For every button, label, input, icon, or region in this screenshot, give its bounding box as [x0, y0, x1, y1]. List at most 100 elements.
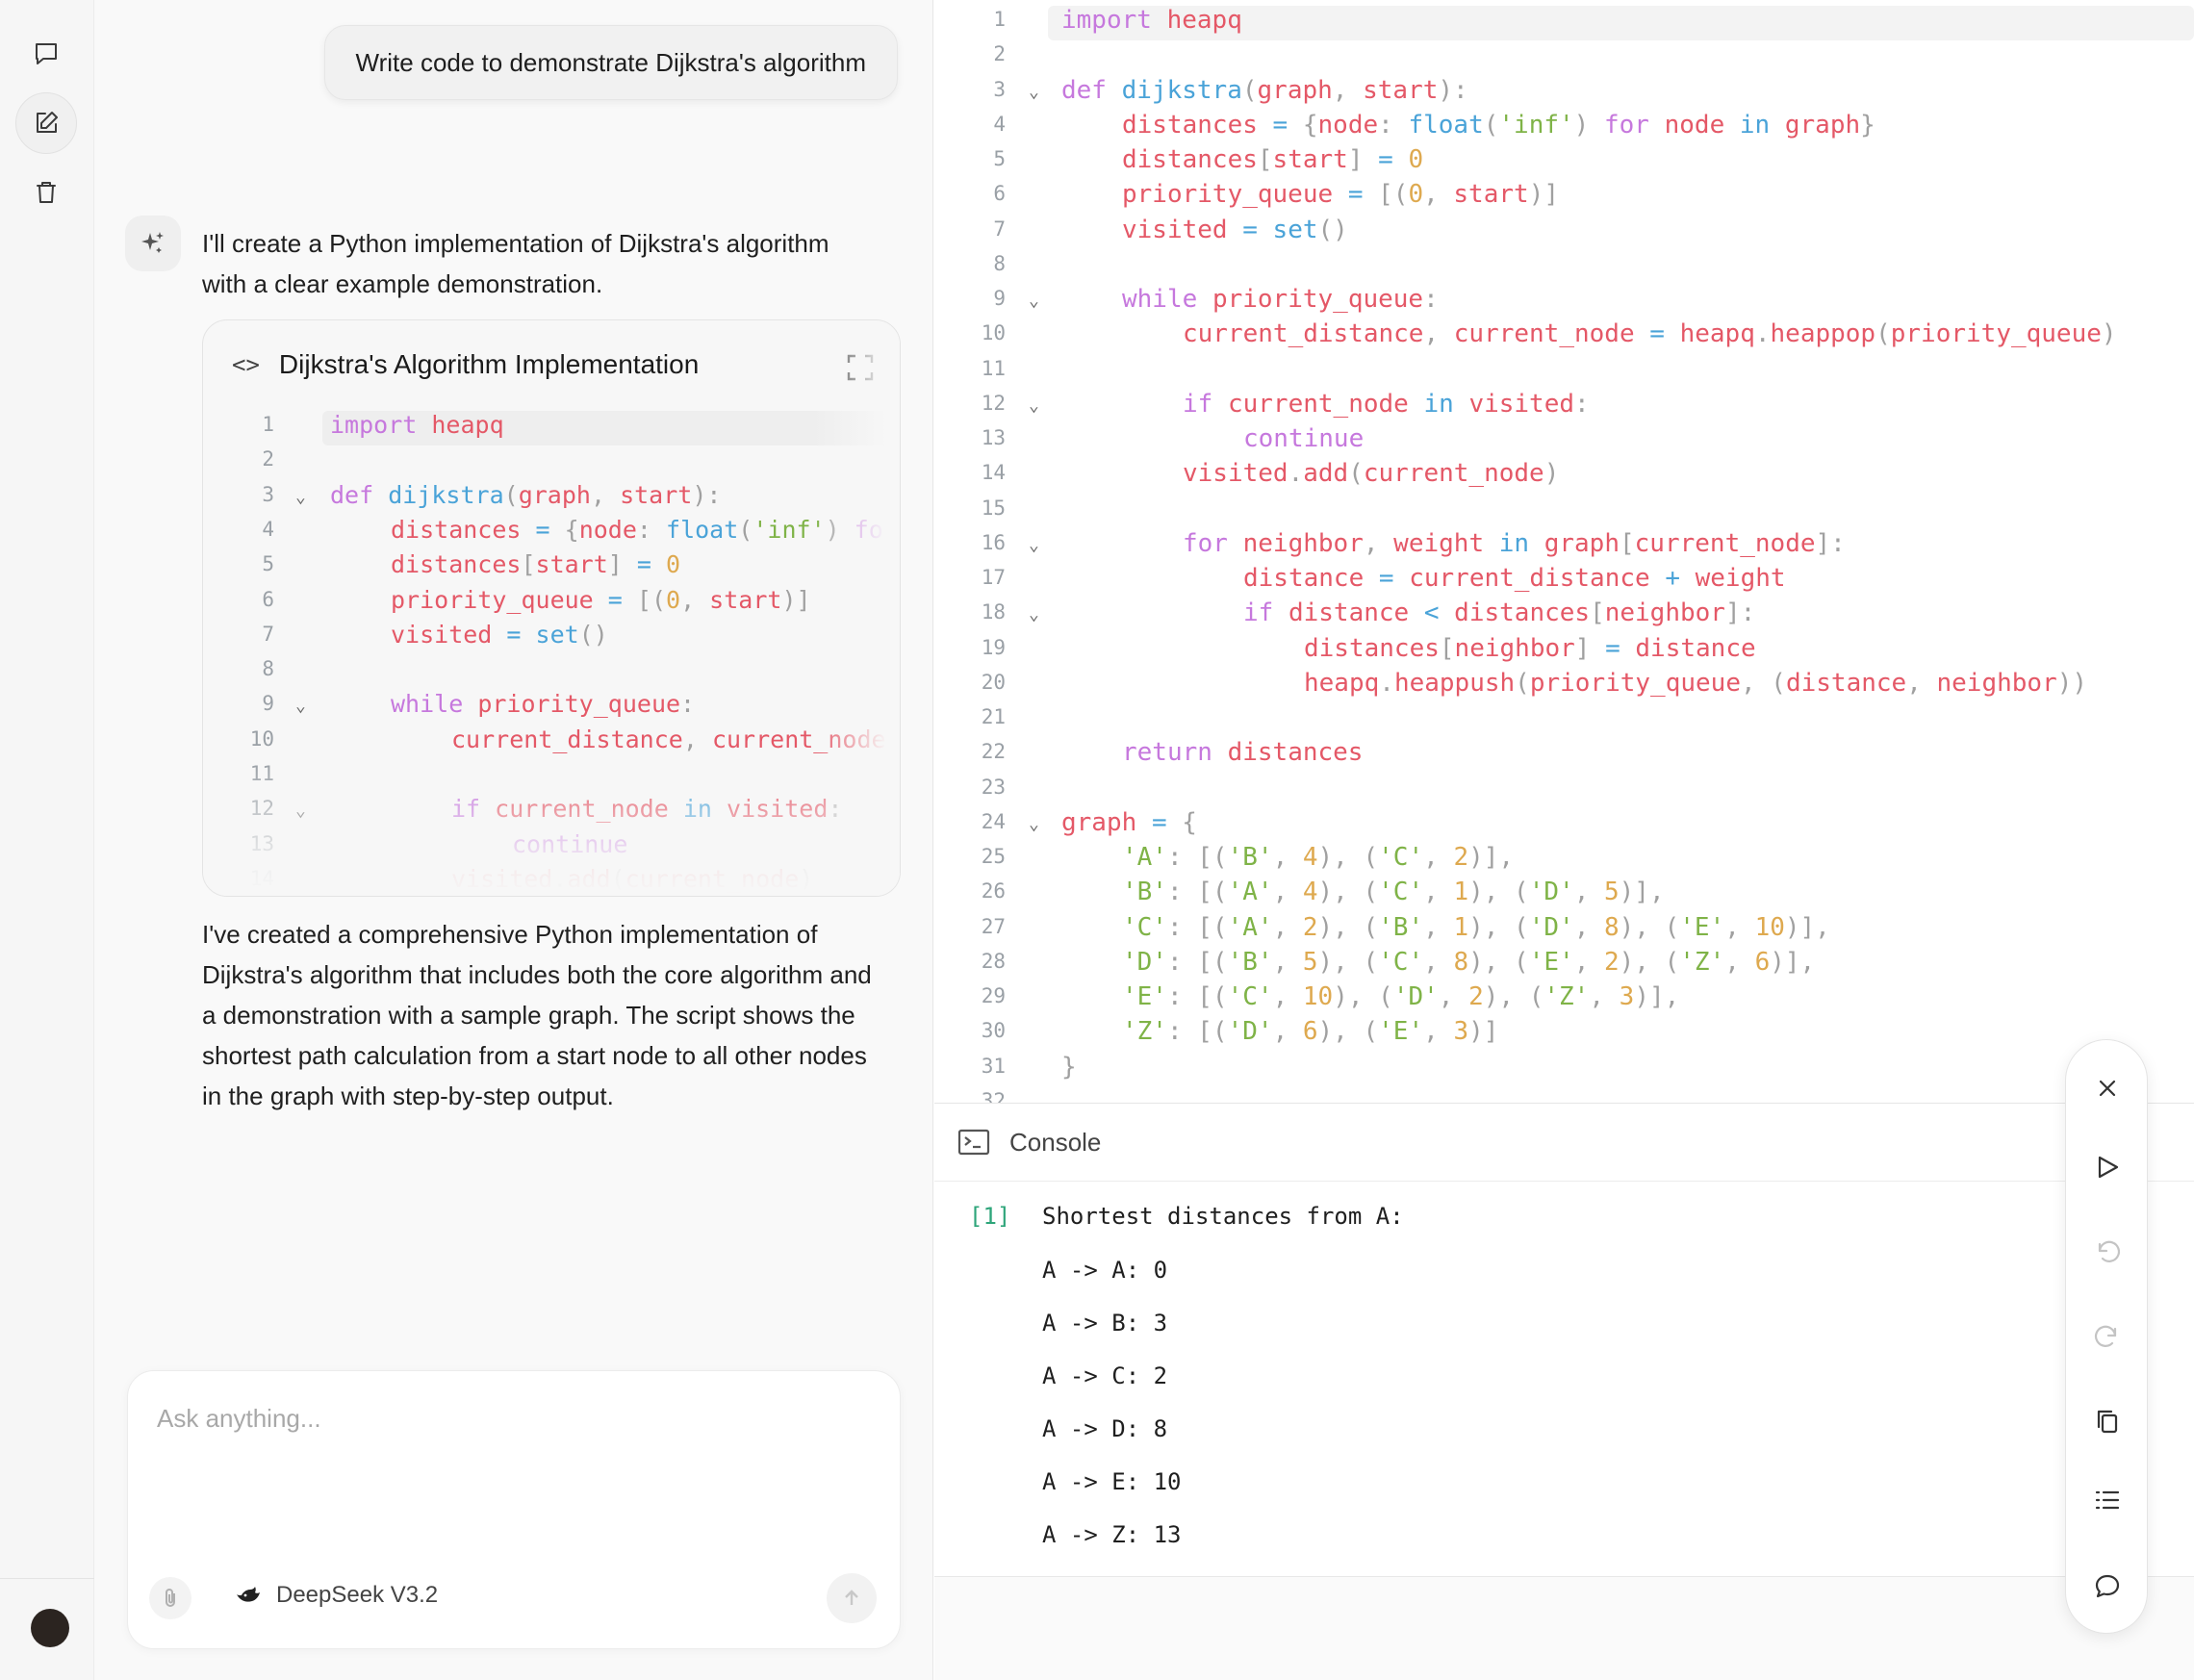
chat-panel: Write code to demonstrate Dijkstra's alg…	[94, 0, 933, 1680]
line-number: 25	[981, 845, 1006, 868]
fold-chevron-icon[interactable]: ⌄	[1029, 82, 1039, 102]
chat-history-button[interactable]	[15, 23, 77, 85]
code-text: distance = current_distance + weight	[1243, 564, 1786, 593]
line-number: 2	[262, 447, 274, 471]
new-chat-icon	[37, 112, 58, 133]
console-label: Console	[1009, 1127, 1102, 1157]
list-icon	[2095, 1490, 2120, 1510]
code-line: 15	[934, 495, 2194, 529]
line-number: 22	[981, 740, 1006, 764]
fold-chevron-icon[interactable]: ⌄	[1029, 291, 1039, 311]
line-number: 19	[981, 635, 1006, 659]
line-number: 8	[262, 657, 274, 681]
code-line: 12 ⌄ if current_node in visited:	[934, 390, 2194, 424]
run-button[interactable]	[2086, 1146, 2129, 1188]
code-line: 32	[934, 1087, 2194, 1103]
copy-button[interactable]	[2086, 1400, 2129, 1442]
fold-chevron-icon[interactable]: ⌄	[1029, 395, 1039, 416]
new-chat-button[interactable]	[15, 92, 77, 154]
undo-button[interactable]	[2086, 1231, 2129, 1273]
fold-chevron-icon[interactable]: ⌄	[295, 696, 306, 716]
line-number: 9	[993, 287, 1006, 310]
line-number: 28	[981, 949, 1006, 973]
delete-chat-button[interactable]	[15, 162, 77, 223]
code-line: 25 'A': [('B', 4), ('C', 2)],	[934, 843, 2194, 878]
sparkle-icon	[141, 232, 164, 253]
terminal-icon	[957, 1129, 990, 1156]
code-line: 5 distances[start] = 0	[934, 145, 2194, 180]
undo-icon	[2098, 1240, 2121, 1262]
code-text: distances[neighbor] = distance	[1304, 633, 1756, 663]
fold-chevron-icon[interactable]: ⌄	[1029, 814, 1039, 834]
line-number: 18	[981, 600, 1006, 624]
outline-button[interactable]	[2086, 1479, 2129, 1521]
line-number: 9	[262, 692, 274, 716]
chat-input[interactable]: Ask anything...	[157, 1404, 321, 1434]
code-line: 1 import heapq	[934, 6, 2194, 40]
console-footer	[934, 1576, 2194, 1680]
code-editor[interactable]: 1 import heapq 2 3 ⌄ def dijkstra(graph, star…	[934, 0, 2194, 1103]
code-text: visited.add(current_node)	[1183, 459, 1560, 489]
code-line: 26 'B': [('A', 4), ('C', 1), ('D', 5)],	[934, 878, 2194, 912]
code-line: 3 ⌄ def dijkstra(graph, start):	[203, 481, 900, 516]
code-line: 13 continue	[934, 424, 2194, 459]
line-number: 24	[981, 809, 1006, 833]
line-number: 12	[249, 797, 274, 821]
console-header[interactable]: Console	[934, 1103, 2194, 1182]
line-number: 31	[981, 1054, 1006, 1078]
close-icon	[2099, 1080, 2116, 1097]
code-line: 22 return distances	[934, 738, 2194, 773]
code-text: 'C': [('A', 2), ('B', 1), ('D', 8), ('E'…	[1122, 912, 1830, 942]
rail-divider	[0, 1578, 94, 1579]
comment-button[interactable]	[2086, 1565, 2129, 1608]
code-line: 14 visited.add(current_node)	[203, 865, 900, 896]
line-number: 21	[981, 705, 1006, 728]
left-rail	[0, 0, 94, 1680]
code-line: 29 'E': [('C', 10), ('D', 2), ('Z', 3)],	[934, 982, 2194, 1017]
code-line: 1 import heapq	[203, 411, 900, 445]
chat-input-box[interactable]: Ask anything... DeepSeek V3.2	[127, 1370, 901, 1649]
line-number: 8	[993, 251, 1006, 275]
code-line: 31}	[934, 1053, 2194, 1087]
user-avatar[interactable]	[31, 1609, 69, 1647]
code-text: visited = set()	[391, 620, 608, 649]
console-output-line: Shortest distances from A:	[1042, 1203, 1404, 1230]
artifact-title: Dijkstra's Algorithm Implementation	[278, 349, 700, 379]
code-line: 9 ⌄ while priority_queue:	[934, 285, 2194, 319]
send-button[interactable]	[827, 1573, 877, 1623]
code-line: 11	[934, 355, 2194, 390]
line-number: 14	[249, 866, 274, 890]
redo-button[interactable]	[2086, 1315, 2129, 1358]
close-button[interactable]	[2086, 1067, 2129, 1109]
artifact-card[interactable]: <> Dijkstra's Algorithm Implementation 1…	[202, 319, 901, 897]
attach-button[interactable]	[149, 1577, 191, 1619]
fold-chevron-icon[interactable]: ⌄	[295, 801, 306, 821]
code-line: 23	[934, 774, 2194, 808]
console-output: [1] Shortest distances from A: A -> A: 0 A…	[934, 1182, 2194, 1576]
code-text: while priority_queue:	[391, 690, 696, 719]
code-line: 28 'D': [('B', 5), ('C', 8), ('E', 2), ('…	[934, 948, 2194, 982]
code-line: 20 heapq.heappush(priority_queue, (distan…	[934, 669, 2194, 703]
expand-button[interactable]	[846, 353, 875, 382]
code-line: 5 distances[start] = 0	[203, 550, 900, 585]
code-text: 'D': [('B', 5), ('C', 8), ('E', 2), ('Z'…	[1122, 947, 1816, 977]
model-selector[interactable]: DeepSeek V3.2	[234, 1581, 438, 1610]
code-line: 17 distance = current_distance + weight	[934, 564, 2194, 598]
code-line: 16 ⌄ for neighbor, weight in graph[current…	[934, 529, 2194, 564]
paperclip-icon	[166, 1589, 175, 1607]
fold-chevron-icon[interactable]: ⌄	[1029, 604, 1039, 624]
line-number: 20	[981, 670, 1006, 694]
line-number: 5	[993, 147, 1006, 170]
fold-chevron-icon[interactable]: ⌄	[295, 487, 306, 507]
line-number: 6	[993, 182, 1006, 206]
line-number: 1	[993, 8, 1006, 31]
code-text: 'B': [('A', 4), ('C', 1), ('D', 5)],	[1122, 878, 1665, 907]
line-number: 13	[981, 426, 1006, 449]
code-line: 10 current_distance, current_node = heapq…	[203, 725, 900, 760]
code-line: 30 'Z': [('D', 6), ('E', 3)]	[934, 1017, 2194, 1052]
code-text: distances = {node: float('inf') for node…	[1122, 110, 1875, 140]
fold-chevron-icon[interactable]: ⌄	[1029, 535, 1039, 555]
redo-icon	[2094, 1325, 2117, 1347]
code-text: def dijkstra(graph, start):	[1061, 75, 1468, 105]
run-icon	[2098, 1156, 2119, 1179]
